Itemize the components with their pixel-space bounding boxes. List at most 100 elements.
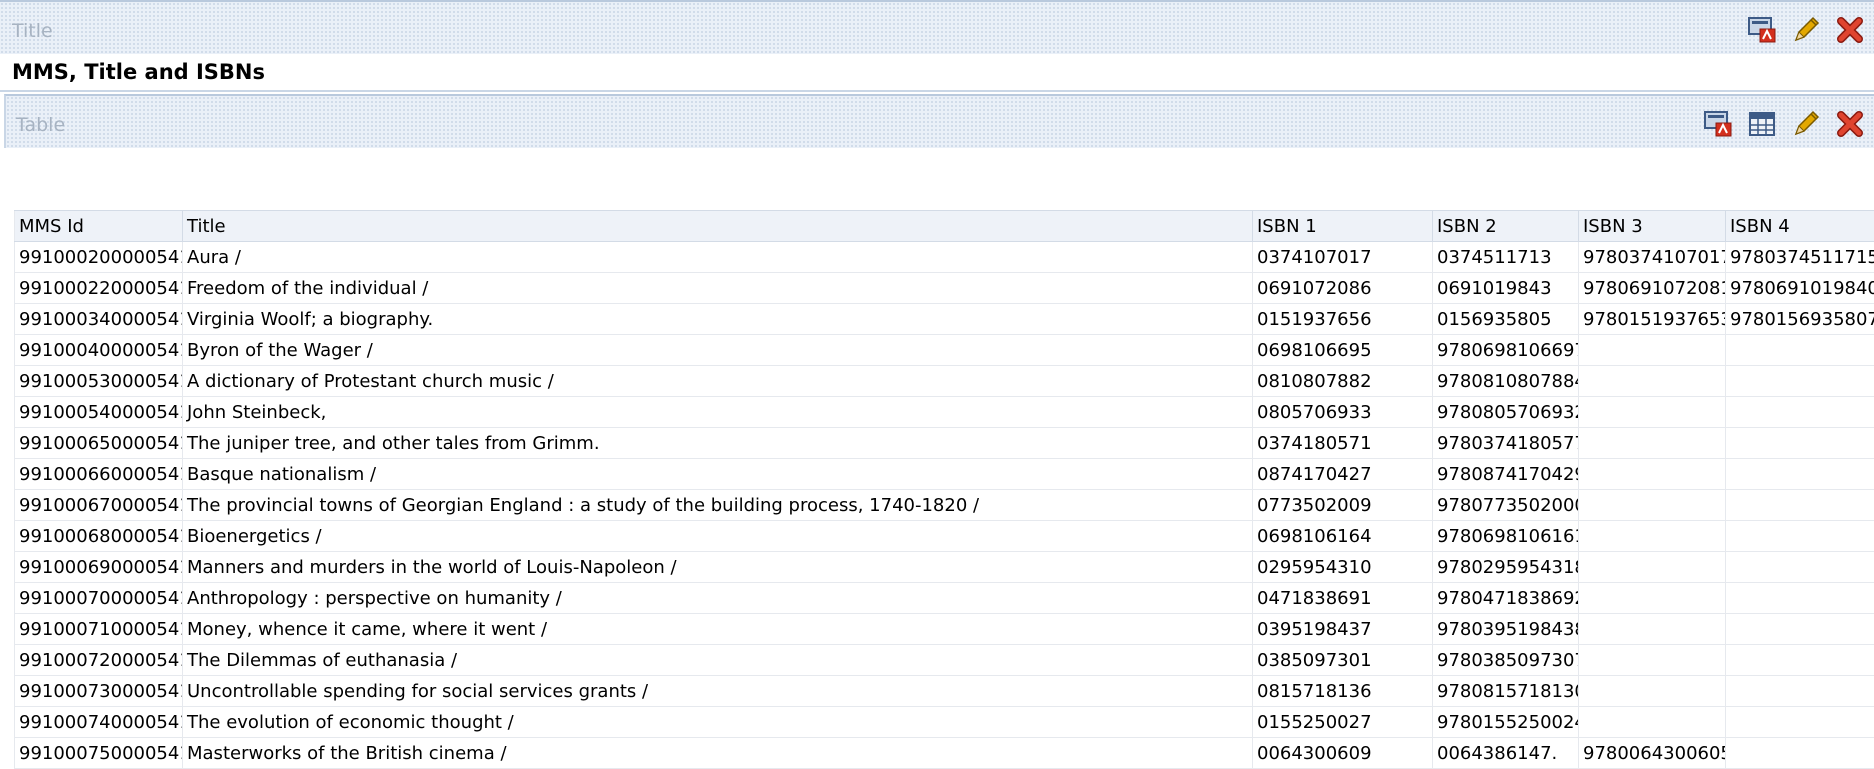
table-header-row: MMS Id Title ISBN 1 ISBN 2 ISBN 3 ISBN 4 (15, 211, 1874, 242)
title-view-toolbar (1744, 12, 1868, 48)
isbn-3-cell: 9780691072081 (1579, 273, 1726, 304)
table-view-label: Table (16, 114, 65, 136)
remove-button[interactable] (1832, 12, 1868, 48)
isbn-3-cell (1579, 676, 1726, 707)
isbn-3-cell (1579, 397, 1726, 428)
column-header-mms-id[interactable]: MMS Id (15, 211, 183, 242)
isbn-1-cell: 0698106164 (1253, 521, 1433, 552)
isbn-1-cell: 0815718136 (1253, 676, 1433, 707)
title-cell: John Steinbeck, (183, 397, 1253, 428)
title-cell: The Dilemmas of euthanasia / (183, 645, 1253, 676)
isbn-3-cell (1579, 521, 1726, 552)
isbn-1-cell: 0874170427 (1253, 459, 1433, 490)
mms-id-cell: 991000730000541 (15, 676, 183, 707)
isbn-4-cell (1726, 335, 1874, 366)
isbn-2-cell: 9780374180577 (1433, 428, 1579, 459)
isbn-2-cell: 9780471838692 (1433, 583, 1579, 614)
mms-id-cell: 991000340000541 (15, 304, 183, 335)
table-row: 991000690000541Manners and murders in th… (15, 552, 1874, 583)
isbn-3-cell (1579, 583, 1726, 614)
isbn-4-cell: 9780691019840 (1726, 273, 1874, 304)
mms-id-cell: 991000220000541 (15, 273, 183, 304)
mms-id-cell: 991000670000541 (15, 490, 183, 521)
isbn-2-cell: 9780295954318 (1433, 552, 1579, 583)
title-cell: Basque nationalism / (183, 459, 1253, 490)
table-row: 991000200000541Aura /0374107017037451171… (15, 242, 1874, 273)
edit-icon (1791, 15, 1821, 45)
table-row: 991000730000541Uncontrollable spending f… (15, 676, 1874, 707)
print-icon (1747, 16, 1777, 44)
isbn-4-cell (1726, 645, 1874, 676)
results-table-container: MMS Id Title ISBN 1 ISBN 2 ISBN 3 ISBN 4… (14, 210, 1874, 769)
table-icon (1748, 110, 1776, 138)
table-row: 991000530000541A dictionary of Protestan… (15, 366, 1874, 397)
isbn-4-cell: 9780156935807 (1726, 304, 1874, 335)
title-cell: Bioenergetics / (183, 521, 1253, 552)
isbn-2-cell: 0691019843 (1433, 273, 1579, 304)
column-header-title[interactable]: Title (183, 211, 1253, 242)
isbn-2-cell: 9780395198438 (1433, 614, 1579, 645)
title-cell: Freedom of the individual / (183, 273, 1253, 304)
mms-id-cell: 991000700000541 (15, 583, 183, 614)
isbn-2-cell: 0156935805 (1433, 304, 1579, 335)
isbn-3-cell (1579, 490, 1726, 521)
mms-id-cell: 991000740000541 (15, 707, 183, 738)
title-cell: Virginia Woolf; a biography. (183, 304, 1253, 335)
title-cell: Manners and murders in the world of Loui… (183, 552, 1253, 583)
isbn-1-cell: 0773502009 (1253, 490, 1433, 521)
edit-button[interactable] (1788, 12, 1824, 48)
remove-icon (1836, 110, 1864, 138)
isbn-2-cell: 0374511713 (1433, 242, 1579, 273)
isbn-1-cell: 0151937656 (1253, 304, 1433, 335)
table-view-button[interactable] (1744, 106, 1780, 142)
mms-id-cell: 991000680000541 (15, 521, 183, 552)
title-cell: The provincial towns of Georgian England… (183, 490, 1253, 521)
mms-id-cell: 991000200000541 (15, 242, 183, 273)
table-row: 991000660000541Basque nationalism /08741… (15, 459, 1874, 490)
remove-icon (1836, 16, 1864, 44)
isbn-4-cell (1726, 676, 1874, 707)
isbn-1-cell: 0374107017 (1253, 242, 1433, 273)
remove-button[interactable] (1832, 106, 1868, 142)
isbn-3-cell: 9780151937653 (1579, 304, 1726, 335)
mms-id-cell: 991000400000541 (15, 335, 183, 366)
title-cell: The juniper tree, and other tales from G… (183, 428, 1253, 459)
mms-id-cell: 991000710000541 (15, 614, 183, 645)
isbn-2-cell: 9780805706932 (1433, 397, 1579, 428)
mms-id-cell: 991000690000541 (15, 552, 183, 583)
print-button[interactable] (1700, 106, 1736, 142)
column-header-isbn-2[interactable]: ISBN 2 (1433, 211, 1579, 242)
isbn-2-cell: 9780810807884 (1433, 366, 1579, 397)
column-header-isbn-1[interactable]: ISBN 1 (1253, 211, 1433, 242)
column-header-isbn-3[interactable]: ISBN 3 (1579, 211, 1726, 242)
isbn-1-cell: 0691072086 (1253, 273, 1433, 304)
isbn-3-cell (1579, 366, 1726, 397)
isbn-4-cell (1726, 583, 1874, 614)
isbn-2-cell: 9780698106161 (1433, 521, 1579, 552)
isbn-3-cell (1579, 645, 1726, 676)
table-row: 991000680000541Bioenergetics /0698106164… (15, 521, 1874, 552)
table-view-toolbar (1700, 106, 1868, 142)
isbn-4-cell (1726, 459, 1874, 490)
isbn-2-cell: 9780815718130 (1433, 676, 1579, 707)
isbn-4-cell (1726, 614, 1874, 645)
edit-icon (1791, 109, 1821, 139)
table-row: 991000740000541The evolution of economic… (15, 707, 1874, 738)
isbn-3-cell (1579, 459, 1726, 490)
isbn-1-cell: 0064300609 (1253, 738, 1433, 769)
isbn-2-cell: 9780773502000 (1433, 490, 1579, 521)
mms-id-cell: 991000750000541 (15, 738, 183, 769)
mms-id-cell: 991000530000541 (15, 366, 183, 397)
table-row: 991000700000541Anthropology : perspectiv… (15, 583, 1874, 614)
isbn-3-cell: 9780064300605 (1579, 738, 1726, 769)
edit-button[interactable] (1788, 106, 1824, 142)
table-row: 991000710000541Money, whence it came, wh… (15, 614, 1874, 645)
mms-id-cell: 991000720000541 (15, 645, 183, 676)
isbn-4-cell (1726, 490, 1874, 521)
print-button[interactable] (1744, 12, 1780, 48)
isbn-4-cell (1726, 552, 1874, 583)
isbn-3-cell (1579, 707, 1726, 738)
column-header-isbn-4[interactable]: ISBN 4 (1726, 211, 1874, 242)
report-title: MMS, Title and ISBNs (12, 52, 265, 90)
isbn-4-cell (1726, 738, 1874, 769)
